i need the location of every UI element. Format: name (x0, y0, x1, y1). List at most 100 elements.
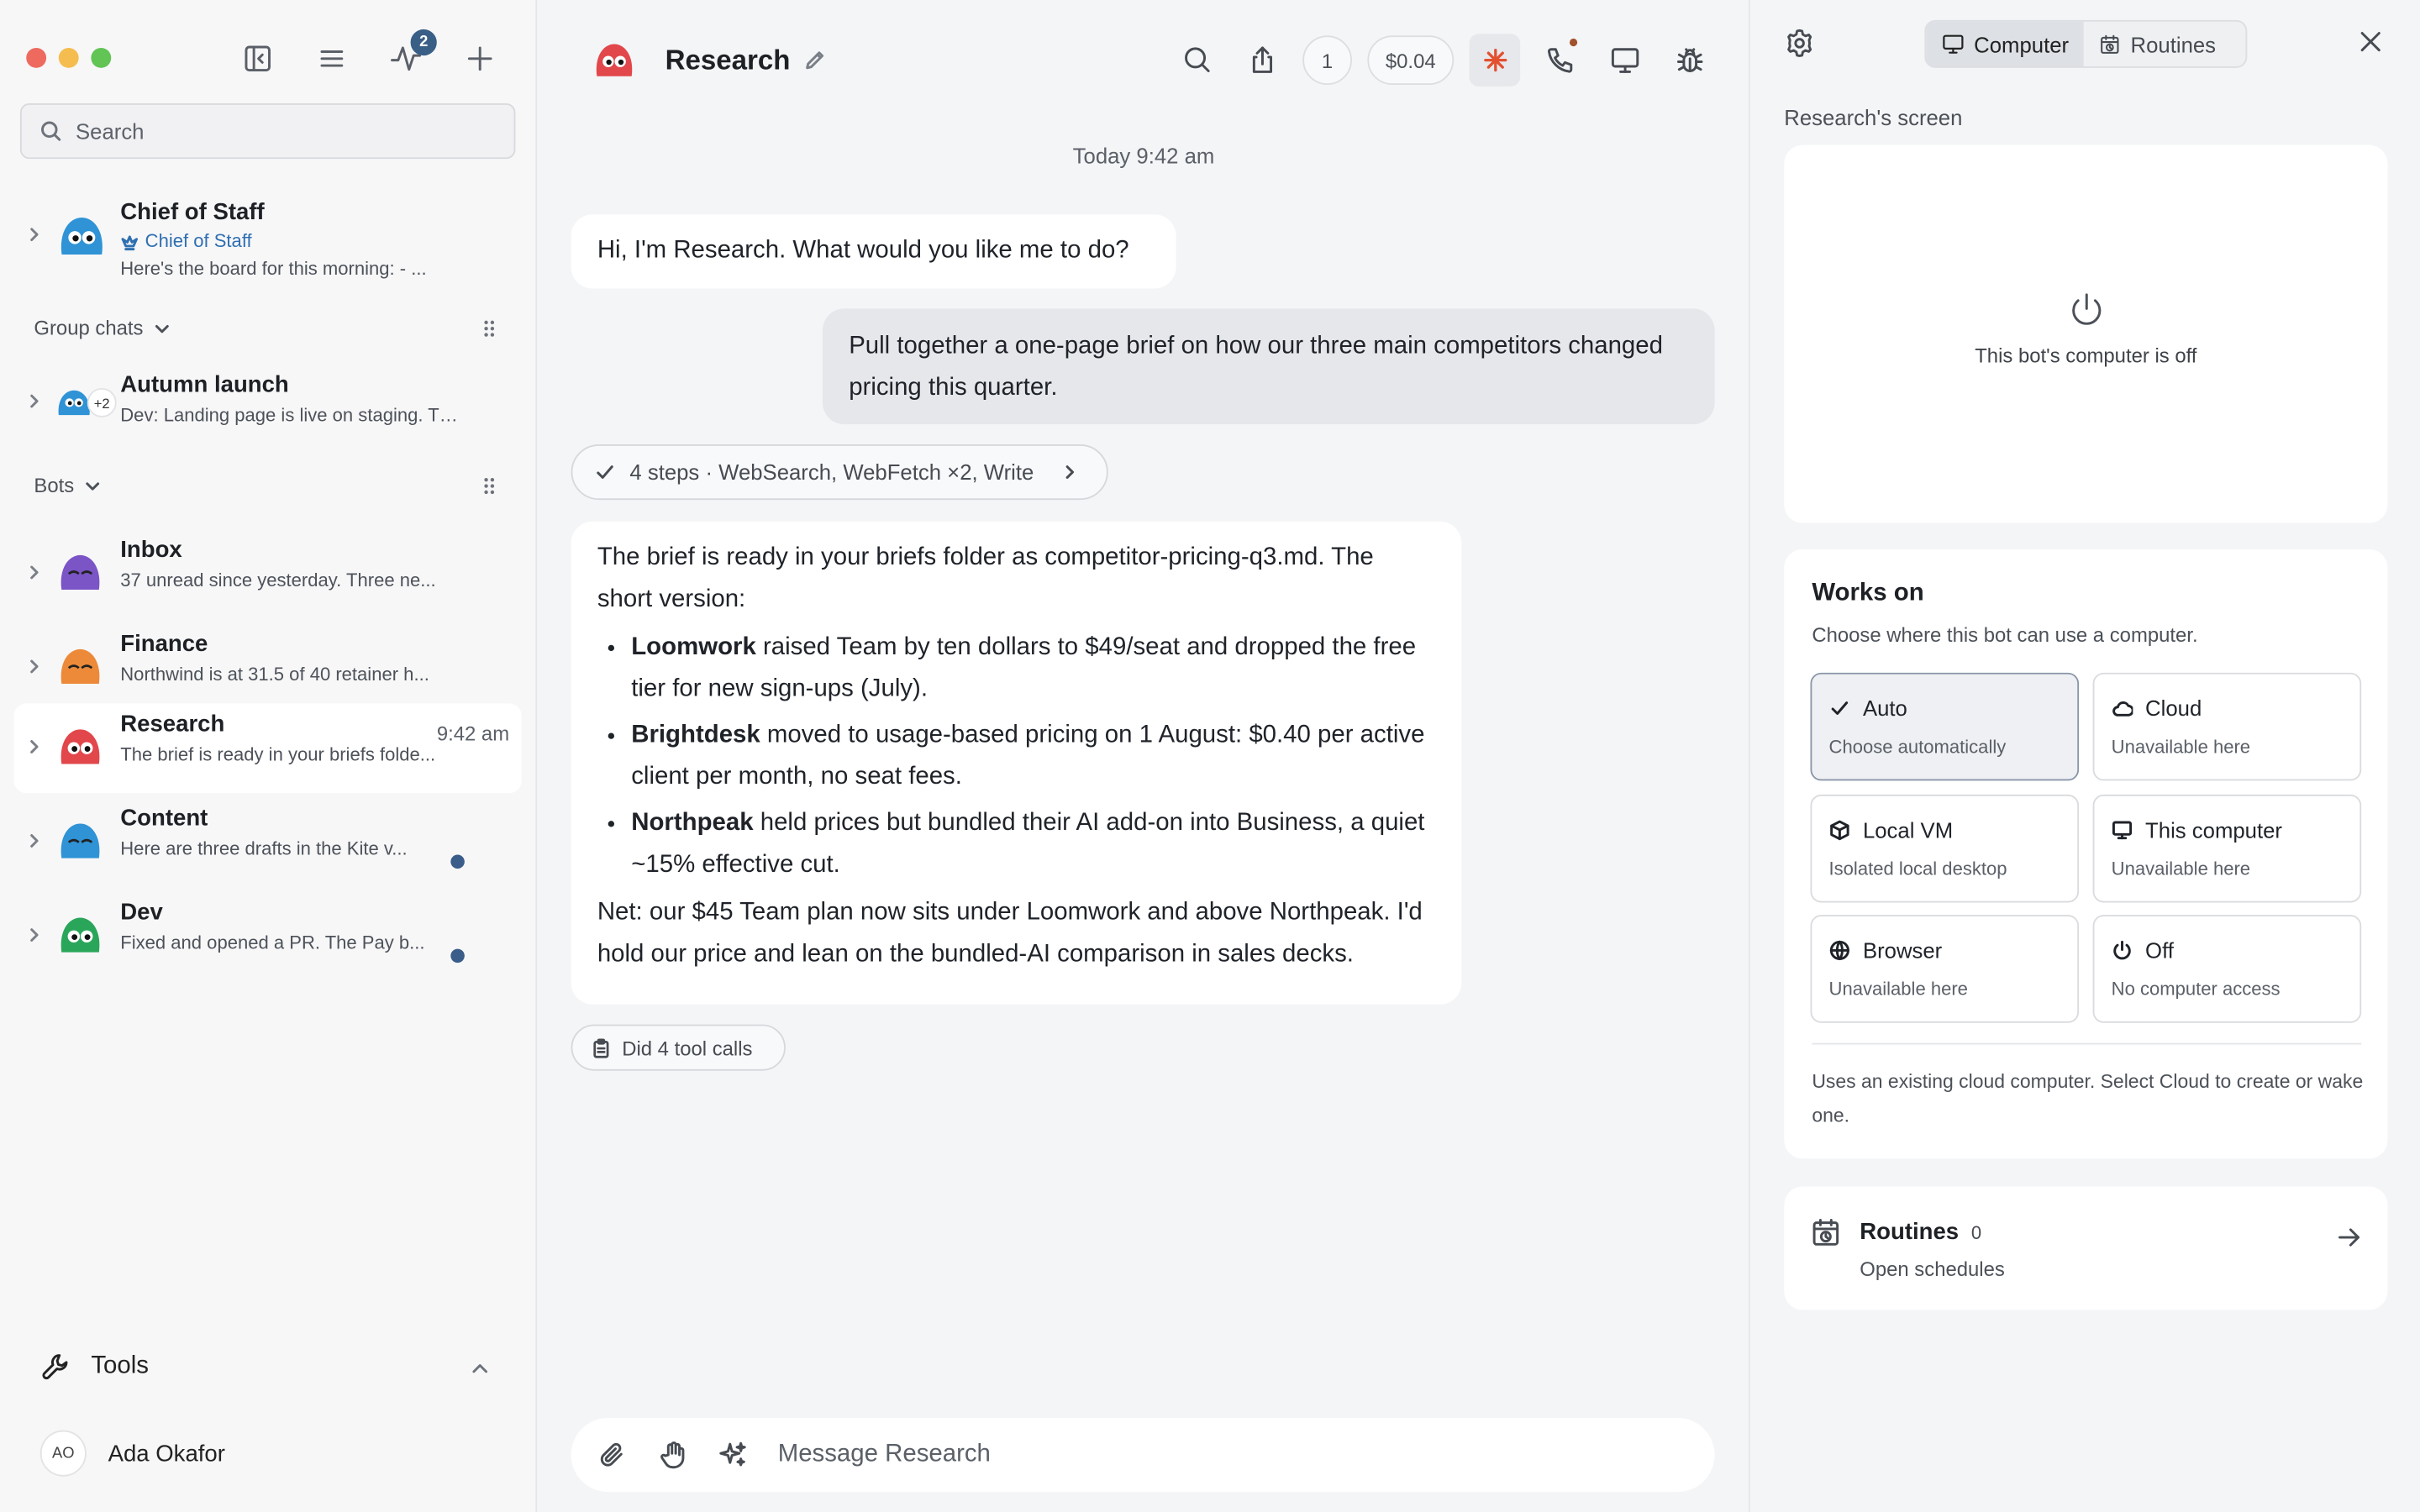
bug-icon (1676, 48, 1703, 72)
status-dot (1569, 38, 1578, 47)
tab-routines[interactable]: Routines (2084, 22, 2231, 66)
chat-summary: Inbox 37 unread since yesterday. Three ne… (120, 535, 503, 594)
chevron-down-icon (155, 324, 169, 333)
sidebar-item-research[interactable]: Research The brief is ready in your brief… (13, 703, 522, 794)
tool-calls-label: Did 4 tool calls (622, 1036, 753, 1059)
check-icon (597, 465, 613, 479)
option-browser[interactable]: Browser Unavailable here (1810, 915, 2080, 1023)
option-title-row: Auto (1829, 696, 1907, 721)
sidebar-item-chief-of-staff[interactable]: Chief of Staff Chief of Staff Here's the… (14, 192, 522, 287)
toggle-sidebar-button[interactable] (234, 39, 279, 79)
option-local-vm[interactable]: Local VM Isolated local desktop (1810, 794, 2080, 903)
cost-pill[interactable]: $0.04 (1367, 35, 1455, 86)
model-button[interactable] (1469, 34, 1521, 87)
tool-calls-button[interactable]: Did 4 tool calls (571, 1024, 786, 1071)
search-icon (1185, 47, 1210, 72)
sidebar-toggle-icon (244, 45, 271, 72)
panel-tabs: Computer Routines (1924, 19, 2248, 68)
search-input[interactable] (76, 118, 477, 144)
sidebar: 2 Chief of Staff Chief of Staff Here's t… (0, 0, 538, 1512)
share-button[interactable] (1238, 34, 1287, 86)
drag-handle-icon[interactable] (480, 475, 498, 497)
close-icon[interactable] (2357, 28, 2385, 55)
minimize-window-button[interactable] (58, 47, 79, 68)
option-cloud[interactable]: Cloud Unavailable here (2092, 672, 2362, 781)
group-chats-header[interactable]: Group chats (34, 316, 171, 340)
option-auto[interactable]: Auto Choose automatically (1810, 672, 2080, 781)
screen-label: Research's screen (1784, 104, 1963, 130)
debug-button[interactable] (1665, 34, 1715, 86)
chevron-right-icon (30, 834, 39, 848)
bots-header[interactable]: Bots (34, 473, 102, 497)
chat-name: Chief of Staff (120, 198, 265, 226)
sidebar-item-content[interactable]: Content Here are three drafts in the Kite… (14, 798, 522, 888)
chat-toolbar: 1 $0.04 (1173, 34, 1715, 87)
tools-section[interactable]: Tools (40, 1352, 149, 1383)
chevron-right-icon (30, 740, 39, 753)
section-label: Group chats (34, 316, 144, 340)
steps-summary-button[interactable]: 4 steps · WebSearch, WebFetch ×2, Write (571, 444, 1108, 501)
chevron-down-icon (86, 481, 100, 490)
arrow-right-icon[interactable] (2335, 1224, 2363, 1252)
chevron-up-icon[interactable] (469, 1357, 491, 1379)
sidebar-item-dev[interactable]: Dev Fixed and opened a PR. The Pay b... (14, 892, 522, 982)
user-profile[interactable]: AO Ada Okafor (39, 1430, 225, 1477)
unread-dot (450, 854, 465, 869)
list-item: Brightdesk moved to usage-based pricing … (631, 714, 1435, 797)
competitor-name: Loomwork (631, 633, 756, 661)
chevron-right-icon (30, 228, 39, 242)
cube-icon (1830, 820, 1849, 841)
chat-preview: 37 unread since yesterday. Three ne... (120, 569, 436, 591)
sidebar-item-autumn-launch[interactable]: +2 Autumn launch Dev: Landing page is li… (14, 364, 522, 438)
drag-handle-icon[interactable] (480, 318, 498, 339)
menu-button[interactable] (308, 39, 353, 79)
paperclip-icon[interactable] (597, 1440, 629, 1471)
search-chat-button[interactable] (1173, 34, 1223, 86)
hand-icon[interactable] (657, 1440, 688, 1471)
message-composer (571, 1417, 1715, 1493)
chevron-right-icon (30, 659, 39, 674)
calendar-clock-icon (1812, 1219, 1839, 1246)
list-item: Loomwork raised Team by ten dollars to $… (631, 627, 1435, 710)
option-off[interactable]: Off No computer access (2092, 915, 2362, 1023)
cloud-icon (2112, 701, 2133, 717)
option-title: Off (2145, 937, 2174, 963)
option-this-computer[interactable]: This computer Unavailable here (2092, 794, 2362, 903)
sidebar-item-finance[interactable]: Finance Northwind is at 31.5 of 40 retain… (14, 623, 522, 713)
sidebar-item-inbox[interactable]: Inbox 37 unread since yesterday. Three ne… (14, 529, 522, 619)
gear-icon[interactable] (1784, 28, 1815, 59)
chat-summary: Chief of Staff Chief of Staff Here's the… (120, 197, 503, 282)
screen-button[interactable] (1601, 34, 1650, 86)
chat-time: 9:42 am (436, 722, 510, 746)
option-description: Unavailable here (2111, 858, 2251, 879)
clipboard-icon (593, 1037, 609, 1058)
tab-computer[interactable]: Computer (1926, 21, 2085, 66)
option-description: Unavailable here (2111, 736, 2251, 758)
option-description: Unavailable here (1828, 978, 1968, 1000)
chevron-right-icon (30, 565, 39, 580)
competitor-name: Northpeak (631, 810, 754, 837)
computer-screen: This bot's computer is off (1784, 144, 2388, 523)
edit-icon[interactable] (802, 48, 827, 72)
section-label: Bots (34, 473, 75, 497)
bot-avatar (60, 823, 100, 858)
call-button[interactable] (1536, 34, 1586, 86)
activity-button[interactable]: 2 (383, 29, 437, 79)
option-title-row: This computer (2112, 817, 2282, 843)
wrench-icon (42, 1354, 68, 1380)
chat-preview: Fixed and opened a PR. The Pay b... (120, 932, 425, 954)
count-pill[interactable]: 1 (1302, 35, 1352, 86)
competitor-name: Brightdesk (631, 722, 760, 748)
chat-preview: Here's the board for this morning: - ... (120, 257, 427, 280)
chat-preview: Northwind is at 31.5 of 40 retainer h... (120, 663, 429, 685)
chat-summary: Finance Northwind is at 31.5 of 40 retain… (120, 629, 503, 688)
zoom-window-button[interactable] (91, 47, 112, 68)
tools-label: Tools (91, 1352, 149, 1380)
new-chat-button[interactable] (457, 39, 502, 79)
message-input[interactable] (777, 1441, 1643, 1469)
chat-summary: Content Here are three drafts in the Kite… (120, 804, 503, 863)
sparkles-icon[interactable] (718, 1440, 749, 1471)
close-window-button[interactable] (26, 47, 47, 68)
unread-dot (450, 948, 465, 963)
routines-card[interactable]: Routines 0 Open schedules (1784, 1186, 2388, 1310)
